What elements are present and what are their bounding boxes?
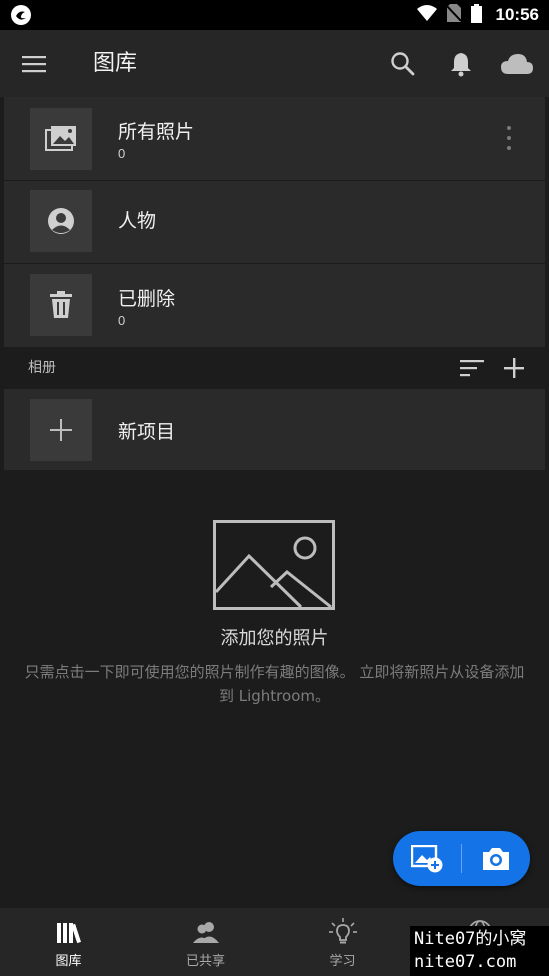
- import-photos-button[interactable]: [393, 831, 461, 886]
- sort-icon: [460, 360, 484, 377]
- cloud-icon: [501, 54, 533, 74]
- search-button[interactable]: [386, 47, 420, 81]
- cloud-sync-button[interactable]: [498, 47, 536, 81]
- empty-state-description: 只需点击一下即可使用您的照片制作有趣的图像。 立即将新照片从设备添加到 Ligh…: [24, 663, 525, 705]
- library-icon: [54, 918, 84, 946]
- menu-button[interactable]: [18, 48, 50, 80]
- trash-icon: [50, 291, 72, 318]
- library-item-count: 0: [118, 313, 126, 328]
- nav-label: 图库: [55, 954, 82, 969]
- library-item-label: 人物: [118, 210, 157, 232]
- add-album-button[interactable]: [500, 354, 528, 382]
- people-icon: [191, 918, 221, 946]
- library-item-count: 0: [118, 146, 126, 161]
- add-photo-icon: [411, 844, 443, 872]
- add-photos-fab: [393, 831, 530, 886]
- no-sim-icon: [445, 4, 462, 26]
- nav-tab-library[interactable]: 图库: [0, 908, 137, 976]
- status-time: 10:56: [495, 5, 539, 24]
- nav-tab-learn[interactable]: 学习: [274, 908, 411, 976]
- bell-icon: [451, 53, 471, 77]
- new-album-label: 新项目: [118, 421, 176, 443]
- library-item-people[interactable]: 人物: [4, 181, 545, 263]
- nav-label: 学习: [329, 954, 356, 969]
- more-vert-icon: [507, 126, 511, 130]
- library-item-all-photos[interactable]: 所有照片 0: [4, 97, 545, 179]
- app-notification-icon: [10, 4, 32, 26]
- library-card: 所有照片 0 人物 已删除 0: [4, 97, 545, 347]
- library-item-deleted[interactable]: 已删除 0: [4, 264, 545, 346]
- lightbulb-icon: [328, 918, 358, 946]
- watermark: Nite07的小窝 nite07.com: [410, 926, 549, 976]
- new-album-item[interactable]: 新项目: [4, 389, 545, 470]
- page-title: 图库: [93, 51, 138, 76]
- search-icon: [391, 52, 415, 76]
- plus-icon: [504, 358, 524, 378]
- watermark-line-1: Nite07的小窝: [414, 929, 527, 949]
- albums-section-label: 相册: [28, 360, 56, 376]
- camera-icon: [483, 847, 509, 870]
- deleted-thumbnail: [30, 274, 92, 336]
- app-bar: 图库: [0, 30, 549, 97]
- empty-photos-illustration: [213, 520, 335, 610]
- empty-state-title: 添加您的照片: [220, 628, 329, 649]
- wifi-icon: [416, 5, 437, 25]
- watermark-line-2: nite07.com: [414, 952, 517, 972]
- sort-button[interactable]: [458, 354, 486, 382]
- camera-button[interactable]: [462, 831, 530, 886]
- person-icon: [48, 208, 74, 234]
- battery-icon: [470, 3, 482, 27]
- library-item-label: 所有照片: [118, 121, 195, 143]
- status-bar: 10:56: [0, 0, 549, 30]
- plus-icon: [50, 419, 72, 441]
- new-album-thumbnail: [30, 399, 92, 461]
- all-photos-thumbnail: [30, 108, 92, 170]
- library-item-label: 已删除: [118, 288, 176, 310]
- hamburger-menu-icon: [22, 56, 46, 73]
- people-thumbnail: [30, 190, 92, 252]
- photos-stack-icon: [45, 126, 76, 151]
- notifications-button[interactable]: [444, 47, 478, 81]
- albums-card: 新项目: [4, 389, 545, 470]
- nav-label: 已共享: [185, 954, 225, 969]
- more-options-button[interactable]: [501, 123, 517, 153]
- nav-tab-shared[interactable]: 已共享: [137, 908, 274, 976]
